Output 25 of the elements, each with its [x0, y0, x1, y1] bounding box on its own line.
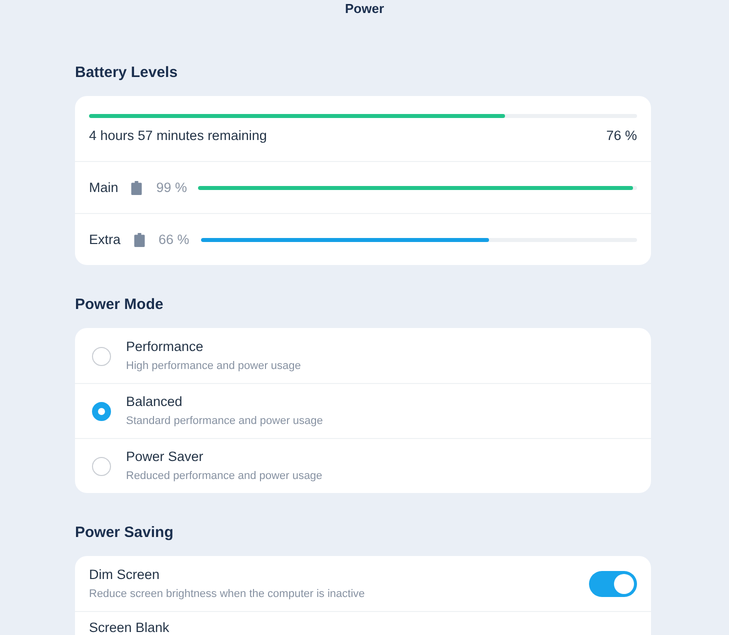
percentage-text: 66 %	[158, 232, 190, 248]
radio-button[interactable]	[92, 346, 111, 366]
time-remaining-text: 4 hours 57 minutes remaining	[89, 128, 267, 144]
option-description: Standard performance and power usage	[126, 414, 324, 428]
percentage-text: 99 %	[156, 180, 188, 196]
battery-icon	[131, 180, 142, 194]
battery-icon	[134, 232, 145, 246]
option-description: Reduced performance and power usage	[126, 469, 324, 483]
section-heading: Battery Levels	[75, 63, 179, 83]
battery-name: Extra	[89, 232, 121, 248]
section-heading: Power Mode	[75, 295, 164, 315]
percentage-text: 76 %	[606, 128, 637, 144]
option-title: Power Saver	[126, 449, 204, 465]
battery-name: Main	[89, 180, 118, 196]
option-title: Performance	[126, 339, 204, 355]
window-title: Power	[344, 1, 384, 17]
option-title: Balanced	[126, 394, 184, 410]
radio-button[interactable]	[92, 456, 111, 476]
toggle-switch[interactable]	[589, 571, 637, 597]
setting-title: Screen Blank	[89, 621, 170, 635]
radio-button[interactable]	[92, 402, 111, 420]
setting-description: Reduce screen brightness when the computer is inactive	[89, 587, 366, 601]
option-description: High performance and power usage	[126, 359, 302, 373]
setting-title: Dim Screen	[89, 567, 161, 583]
section-heading: Power Saving	[75, 523, 174, 543]
